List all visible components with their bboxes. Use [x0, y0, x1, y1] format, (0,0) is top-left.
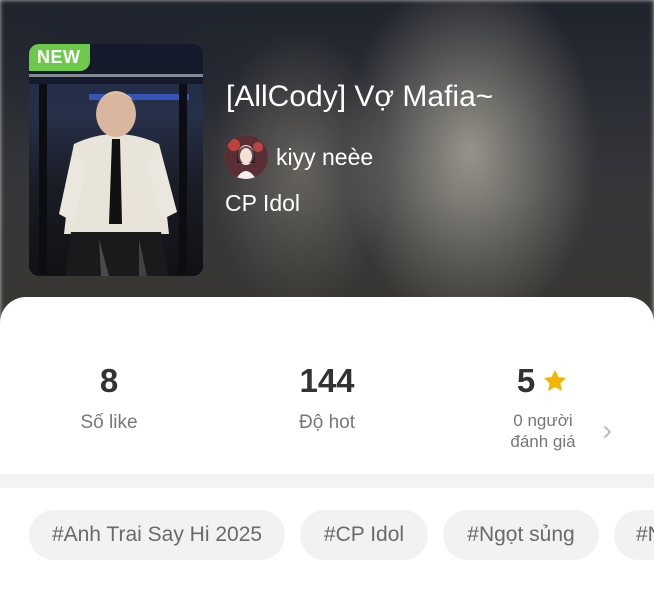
stat-hot: 144 Độ hot — [227, 360, 427, 434]
hot-label: Độ hot — [299, 412, 355, 433]
avatar-illustration — [224, 135, 268, 179]
tag-chip[interactable]: #Anh Trai Say Hi 2025 — [29, 510, 285, 560]
story-category[interactable]: CP Idol — [225, 190, 300, 217]
author-avatar[interactable] — [224, 135, 268, 179]
story-cover-image[interactable]: NEW — [29, 44, 203, 276]
tag-chip[interactable]: #Ngọt sủng — [443, 510, 599, 560]
section-divider — [0, 474, 654, 488]
hot-value: 144 — [299, 362, 355, 399]
likes-label: Số like — [80, 412, 138, 433]
author-name[interactable]: kiyy neèe — [276, 144, 373, 171]
rating-value: 5 — [516, 362, 536, 399]
story-detail-screen: NEW [AllCody] Vợ Mafia~ kiyy neèe CP Ido… — [0, 0, 654, 600]
author-row[interactable]: kiyy neèe — [224, 135, 373, 179]
tag-chip[interactable]: #N — [614, 510, 654, 560]
story-title: [AllCody] Vợ Mafia~ — [226, 80, 494, 113]
tag-chip[interactable]: #CP Idol — [300, 510, 428, 560]
star-icon — [544, 369, 567, 391]
chevron-right-shape — [604, 426, 611, 438]
stat-likes: 8 Số like — [9, 360, 209, 434]
cover-illustration — [29, 44, 203, 276]
new-badge: NEW — [29, 44, 90, 71]
likes-value: 8 — [99, 362, 119, 399]
tag-list: #Anh Trai Say Hi 2025 #CP Idol #Ngọt sủn… — [29, 510, 654, 562]
stats-row: 8 Số like 144 Độ hot 5 0 người đánh giá — [0, 360, 654, 470]
chevron-right-icon[interactable] — [600, 424, 616, 440]
